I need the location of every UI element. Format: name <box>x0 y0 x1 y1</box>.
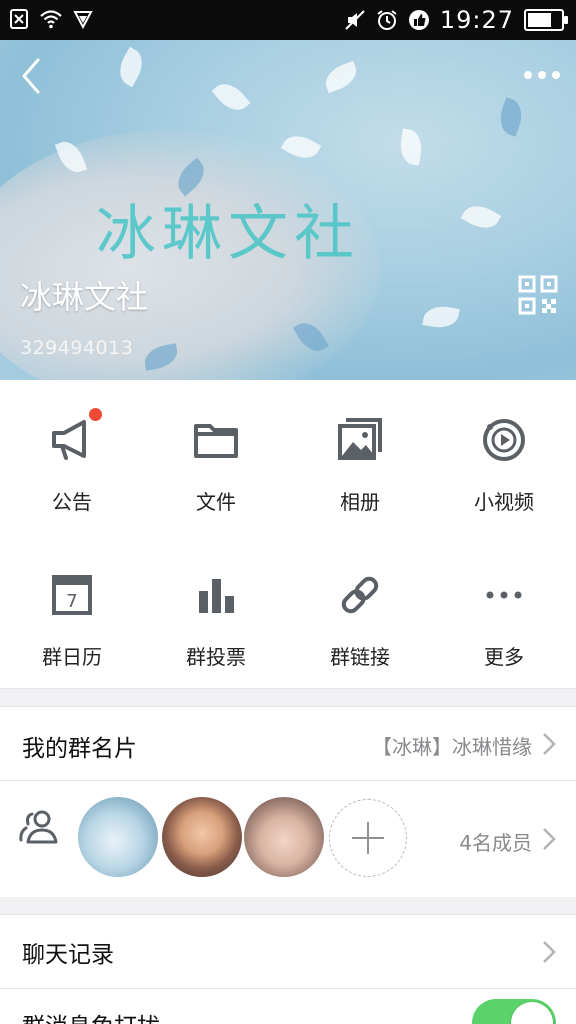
sim-error-icon <box>10 9 28 29</box>
feature-label: 文件 <box>196 490 236 514</box>
status-bar: 19:27 <box>0 0 576 40</box>
chevron-right-icon <box>543 828 556 850</box>
toggle-knob <box>511 1002 553 1024</box>
chat-history-row[interactable]: 聊天记录 <box>0 914 576 989</box>
feature-album[interactable]: 相册 <box>288 380 432 530</box>
members-row[interactable]: 4名成员 <box>0 781 576 897</box>
album-icon <box>336 416 384 464</box>
feature-short-video[interactable]: 小视频 <box>432 380 576 530</box>
row-title: 聊天记录 <box>22 942 114 968</box>
decor-leaf <box>321 60 361 94</box>
decor-leaf <box>211 76 251 118</box>
chevron-right-icon <box>543 733 556 755</box>
members-icon <box>19 810 58 844</box>
calendar-day: 7 <box>66 591 77 612</box>
calendar-icon: 7 <box>48 571 96 619</box>
feature-more[interactable]: 更多 <box>432 535 576 685</box>
dnd-toggle-switch[interactable] <box>472 999 556 1024</box>
group-banner: 冰琳文社 <box>0 40 576 380</box>
folder-icon <box>192 416 240 464</box>
decor-leaf <box>422 303 460 331</box>
feature-announcement[interactable]: 公告 <box>0 380 144 530</box>
feature-label: 更多 <box>484 645 524 669</box>
feature-label: 群日历 <box>42 645 102 669</box>
link-icon <box>336 571 384 619</box>
feature-grid: 公告 文件 相册 小视频 7 群日历 群投票 群链接 更多 <box>0 380 576 689</box>
feature-label: 相册 <box>340 490 380 514</box>
decor-leaf <box>460 198 502 236</box>
group-id: 329494013 <box>20 337 134 359</box>
member-avatar[interactable] <box>162 797 242 877</box>
more-dots-icon <box>480 571 528 619</box>
feature-group-link[interactable]: 群链接 <box>288 535 432 685</box>
row-title: 群消息免打扰 <box>22 1007 160 1024</box>
decor-leaf <box>397 128 425 166</box>
wifi-icon <box>40 10 62 29</box>
message-dnd-row[interactable]: 群消息免打扰 <box>0 989 576 1024</box>
feature-label: 群投票 <box>186 645 246 669</box>
decor-leaf <box>112 46 150 88</box>
group-name: 冰琳文社 <box>20 278 149 316</box>
qr-code-icon[interactable] <box>518 275 558 315</box>
vpn-shield-icon <box>73 11 93 30</box>
feature-label: 群链接 <box>330 645 390 669</box>
add-member-button[interactable] <box>329 799 407 877</box>
megaphone-icon <box>48 408 102 464</box>
notification-badge <box>89 408 102 421</box>
member-avatar[interactable] <box>78 797 158 877</box>
chevron-right-icon <box>543 941 556 963</box>
decor-leaf <box>494 97 528 137</box>
thumbs-up-icon <box>408 10 429 30</box>
bar-chart-icon <box>192 571 240 619</box>
back-arrow-icon[interactable] <box>14 56 54 96</box>
my-group-card-row[interactable]: 我的群名片 【冰琳】冰琳惜缘 <box>0 706 576 781</box>
feature-label: 小视频 <box>474 490 534 514</box>
battery-icon <box>524 9 568 31</box>
member-count: 4名成员 <box>459 831 532 855</box>
banner-art-text: 冰琳文社 <box>96 199 360 269</box>
feature-group-calendar[interactable]: 7 群日历 <box>0 535 144 685</box>
mute-icon <box>345 10 365 30</box>
member-avatar[interactable] <box>244 797 324 877</box>
feature-label: 公告 <box>52 490 92 514</box>
clock-time: 19:27 <box>439 6 514 34</box>
row-title: 我的群名片 <box>22 736 137 762</box>
feature-group-vote[interactable]: 群投票 <box>144 535 288 685</box>
group-card-value: 【冰琳】冰琳惜缘 <box>372 735 532 759</box>
feature-files[interactable]: 文件 <box>144 380 288 530</box>
alarm-icon <box>377 10 397 30</box>
more-options-icon[interactable] <box>522 60 562 90</box>
video-play-icon <box>480 416 528 464</box>
